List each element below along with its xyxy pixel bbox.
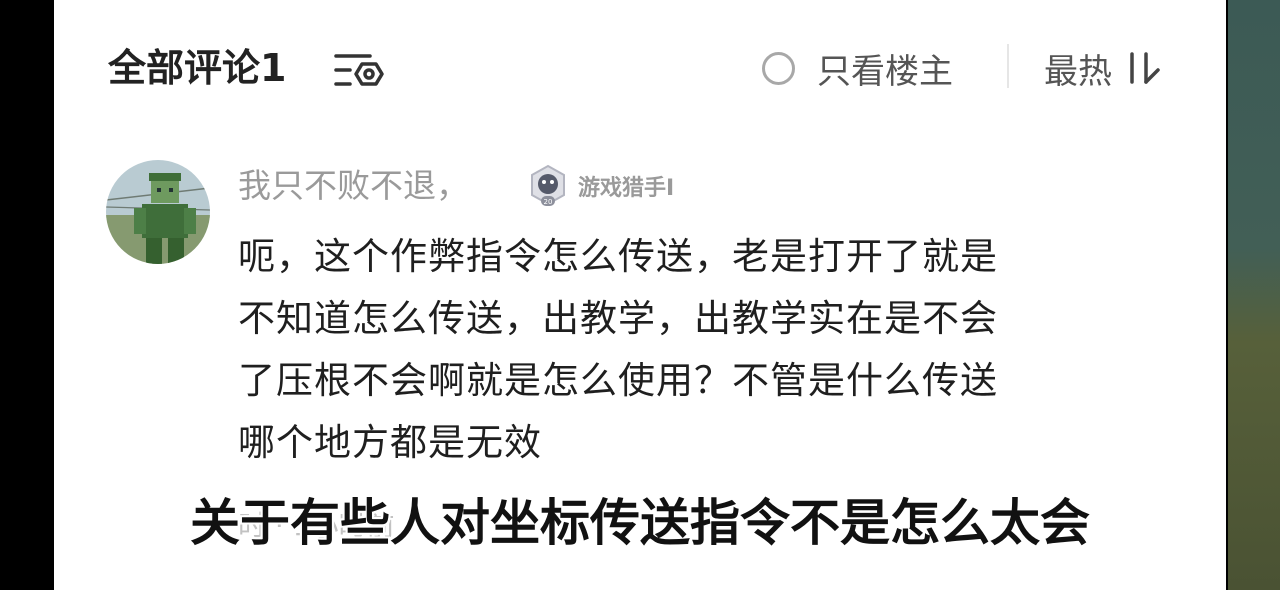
sort-toggle[interactable]: 最热 bbox=[1044, 46, 1160, 92]
comment-line: 不知道怎么传送，出教学，出教学实在是不会 bbox=[238, 297, 998, 340]
radio-unchecked-icon[interactable] bbox=[762, 51, 795, 85]
comment-body: 呃，这个作弊指令怎么传送，老是打开了就是 不知道怎么传送，出教学，出教学实在是不… bbox=[238, 226, 1158, 474]
filter-icon[interactable] bbox=[332, 50, 384, 90]
sort-icon bbox=[1130, 52, 1160, 84]
avatar[interactable] bbox=[106, 160, 210, 264]
comment-line: 了压根不会啊就是怎么使用？不管是什么传送 bbox=[238, 359, 998, 402]
only-op-label: 只看楼主 bbox=[817, 51, 953, 92]
sort-label: 最热 bbox=[1044, 51, 1112, 92]
user-badge[interactable]: 20 游戏猎手I bbox=[528, 164, 674, 208]
game-hunter-badge-icon: 20 bbox=[531, 164, 565, 206]
comment-line: 呃，这个作弊指令怎么传送，老是打开了就是 bbox=[238, 235, 998, 278]
comments-title: 全部评论1 bbox=[108, 46, 287, 90]
comment-line: 哪个地方都是无效 bbox=[238, 421, 542, 464]
only-op-toggle[interactable]: 只看楼主 bbox=[762, 46, 953, 92]
comments-header: 全部评论1 只看楼主 最热 bbox=[54, 38, 1226, 98]
comment-item: 我只不败不退， 20 游戏猎手I 呃，这个作弊指令怎么传送，老是打开了就是 不知… bbox=[54, 156, 1226, 476]
badge-label: 游戏猎手I bbox=[578, 176, 675, 201]
avatar-image bbox=[106, 160, 210, 264]
header-divider bbox=[1007, 44, 1009, 88]
comment-username[interactable]: 我只不败不退， bbox=[238, 164, 469, 208]
video-frame: 全部评论1 只看楼主 最热 我只不败不退， 20 游戏猎手I 呃，这个作弊指令怎… bbox=[0, 0, 1280, 590]
badge-level: 20 bbox=[544, 198, 553, 206]
video-subtitle: 关于有些人对坐标传送指令不是怎么太会 bbox=[190, 494, 1090, 552]
